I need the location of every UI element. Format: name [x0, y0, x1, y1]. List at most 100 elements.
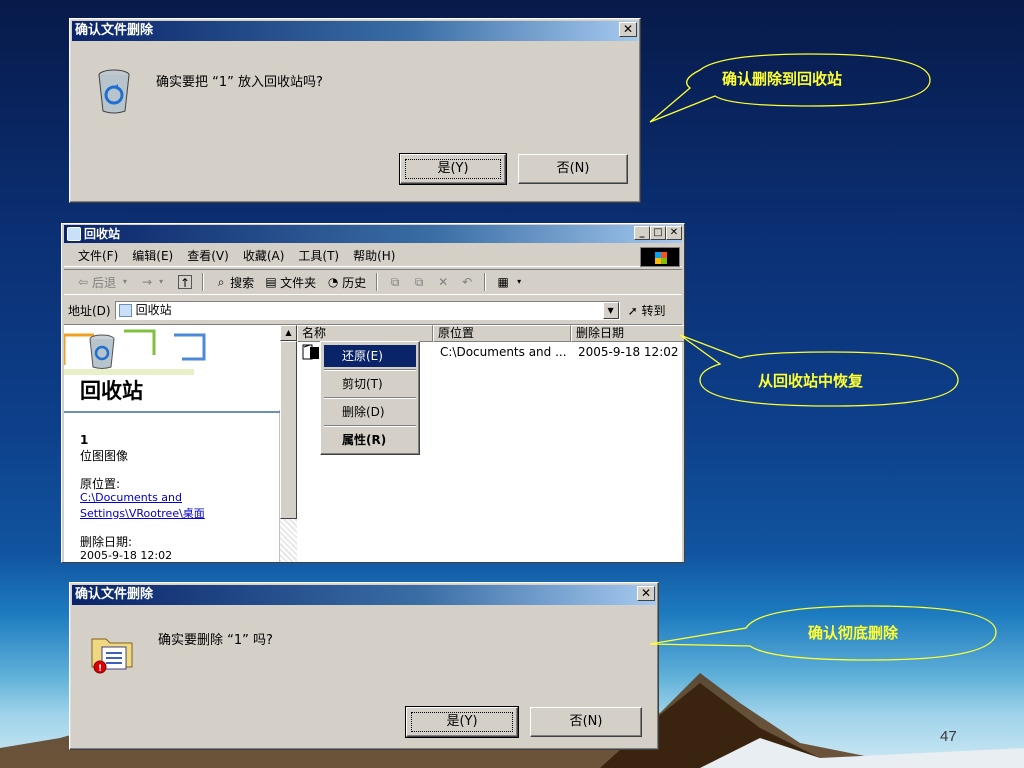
callout-label-recycle: 确认删除到回收站 [722, 70, 843, 88]
confirm-recycle-dialog: 确认文件删除 ✕ 确实要把 “1” 放入回收站吗? 是(Y) 否(N) [69, 18, 641, 203]
recycle-bin-window: 回收站 _ □ ✕ 文件(F) 编辑(E) 查看(V) 收藏(A) 工具(T) … [61, 223, 685, 563]
dialog-title: 确认文件删除 [75, 23, 154, 38]
dialog-titlebar[interactable]: 确认文件删除 [72, 585, 656, 605]
svg-text:!: ! [98, 664, 102, 674]
history-label: 历史 [342, 275, 367, 290]
copy-to-icon: ⧉ [414, 275, 424, 289]
copy-to-button[interactable]: ⧉ [412, 275, 426, 289]
address-input[interactable]: 回收站 ▼ [114, 300, 620, 320]
callout-label-restore: 从回收站中恢复 [758, 372, 864, 390]
views-button[interactable]: ▦ ▾ [496, 275, 526, 289]
recycle-bin-icon [98, 69, 130, 114]
toolbar-separator [376, 273, 379, 291]
menu-bar: 文件(F) 编辑(E) 查看(V) 收藏(A) 工具(T) 帮助(H) [64, 245, 682, 267]
forward-button[interactable]: → ▾ [142, 275, 168, 289]
pane-divider [64, 411, 280, 413]
move-to-icon: ⧉ [390, 275, 400, 289]
menu-properties[interactable]: 属性(R) [324, 429, 416, 451]
deleted-value: 2005-9-18 12:02 [80, 549, 173, 562]
address-value: 回收站 [135, 302, 172, 317]
column-header-name[interactable]: 名称 [297, 325, 433, 342]
yes-button[interactable]: 是(Y) [405, 706, 519, 738]
minimize-button[interactable]: _ [634, 226, 650, 240]
menu-help[interactable]: 帮助(H) [353, 247, 395, 264]
menu-separator [324, 425, 416, 427]
maximize-button[interactable]: □ [650, 226, 666, 240]
dialog-message: 确实要把 “1” 放入回收站吗? [156, 75, 323, 90]
undo-button[interactable]: ↶ [460, 275, 474, 289]
toolbar-separator [202, 273, 205, 291]
folders-button[interactable]: ▤ 文件夹 [264, 274, 316, 291]
recycle-bin-icon [118, 303, 132, 317]
goto-label: 转到 [641, 303, 666, 318]
file-deleted-date[interactable]: 2005-9-18 12:02 [578, 345, 679, 359]
undo-icon: ↶ [462, 275, 473, 289]
delete-file-warning-icon: ! [91, 638, 133, 674]
info-pane: 回收站 1 位图图像 原位置: C:\Documents and Setting… [64, 325, 280, 562]
folders-label: 文件夹 [280, 275, 317, 290]
move-to-button[interactable]: ⧉ [388, 275, 402, 289]
no-button[interactable]: 否(N) [518, 154, 628, 184]
address-bar: 地址(D) 回收站 ▼ ➚ 转到 [64, 298, 682, 322]
pane-title: 回收站 [80, 378, 143, 403]
goto-arrow-icon: ➚ [627, 303, 638, 318]
menu-separator [324, 369, 416, 371]
up-folder-icon: ↑ [178, 275, 193, 290]
menu-file[interactable]: 文件(F) [78, 247, 118, 264]
menu-favorites[interactable]: 收藏(A) [243, 247, 285, 264]
close-button[interactable]: ✕ [666, 226, 682, 240]
menu-delete[interactable]: 删除(D) [324, 401, 416, 423]
goto-button[interactable]: ➚ 转到 [628, 302, 666, 319]
chevron-down-icon: ▾ [517, 277, 522, 286]
back-arrow-icon: ⇦ [77, 275, 89, 289]
origin-link[interactable]: Settings\VRootree\桌面 [80, 505, 205, 521]
chevron-down-icon[interactable]: ▼ [602, 301, 619, 319]
window-titlebar[interactable]: 回收站 [64, 225, 682, 243]
menu-restore[interactable]: 还原(E) [324, 345, 416, 367]
scroll-up-icon[interactable]: ▲ [280, 325, 297, 341]
chevron-down-icon: ▾ [123, 277, 128, 286]
menu-tools[interactable]: 工具(T) [298, 247, 339, 264]
callout-label-permanent-delete: 确认彻底删除 [808, 624, 899, 642]
forward-label: → [142, 275, 153, 289]
page-number: 47 [940, 728, 957, 745]
chevron-down-icon: ▾ [159, 277, 164, 286]
close-button[interactable]: ✕ [619, 22, 637, 37]
menu-cut[interactable]: 剪切(T) [324, 373, 416, 395]
recycle-bin-icon [67, 227, 81, 241]
dialog-message: 确实要删除 “1” 吗? [158, 633, 273, 648]
dialog-title: 确认文件删除 [75, 587, 154, 602]
file-origin[interactable]: C:\Documents and ... [440, 345, 567, 359]
column-header-date[interactable]: 删除日期 [571, 325, 684, 342]
no-button[interactable]: 否(N) [530, 707, 642, 737]
history-button[interactable]: ◔ 历史 [326, 274, 366, 291]
callout-bubble-recycle [649, 53, 931, 123]
deleted-label: 删除日期: [80, 535, 133, 549]
column-header-origin[interactable]: 原位置 [433, 325, 571, 342]
delete-button[interactable]: ✕ [436, 275, 450, 289]
search-label: 搜索 [230, 275, 255, 290]
file-name: 1 [80, 433, 89, 447]
dialog-titlebar[interactable]: 确认文件删除 [72, 21, 638, 41]
views-icon: ▦ [497, 275, 509, 289]
scroll-thumb[interactable] [280, 341, 297, 519]
file-type: 位图图像 [80, 449, 129, 463]
up-folder-button[interactable]: ↑ [178, 275, 193, 290]
menu-view[interactable]: 查看(V) [187, 247, 229, 264]
folders-icon: ▤ [265, 275, 277, 289]
origin-link[interactable]: C:\Documents and [80, 491, 182, 504]
window-title: 回收站 [84, 227, 121, 241]
back-button[interactable]: ⇦ 后退 ▾ [76, 274, 132, 291]
toolbar: ⇦ 后退 ▾ → ▾ ↑ ⌕ 搜索 ▤ 文件夹 ◔ 历史 ⧉ ⧉ ✕ ↶ ▦ ▾ [64, 269, 682, 295]
search-button[interactable]: ⌕ 搜索 [214, 274, 254, 291]
history-icon: ◔ [327, 275, 339, 289]
origin-label: 原位置: [80, 477, 121, 491]
content-area: 回收站 1 位图图像 原位置: C:\Documents and Setting… [64, 324, 684, 562]
delete-x-icon: ✕ [438, 275, 449, 289]
menu-edit[interactable]: 编辑(E) [132, 247, 173, 264]
windows-logo-icon [640, 247, 680, 267]
window-controls: _ □ ✕ [634, 226, 682, 240]
menu-separator [324, 397, 416, 399]
yes-button[interactable]: 是(Y) [399, 153, 507, 185]
info-pane-scrollbar[interactable]: ▲ [280, 325, 297, 562]
